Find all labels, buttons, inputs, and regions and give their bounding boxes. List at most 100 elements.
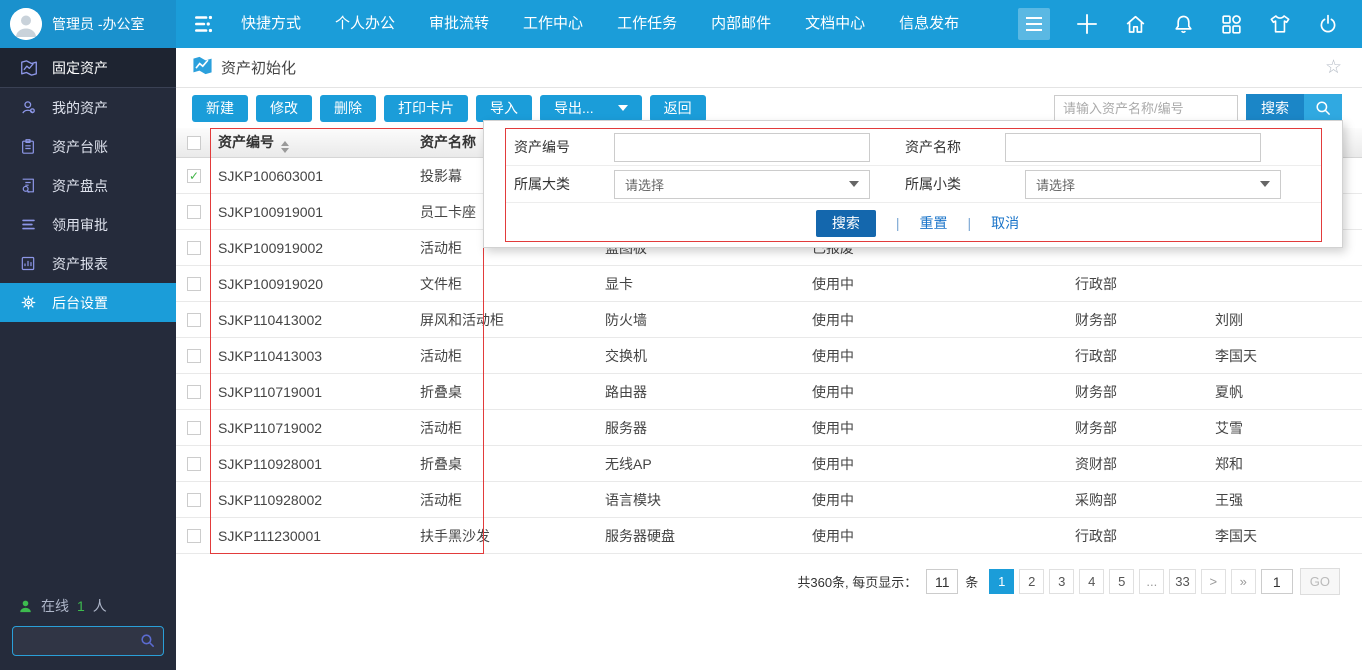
page-button-33[interactable]: 33 — [1169, 569, 1195, 594]
goto-page-input[interactable] — [1261, 569, 1293, 594]
minor-category-label: 所属小类 — [905, 174, 1005, 194]
row-checkbox[interactable] — [187, 529, 201, 543]
table-row[interactable]: SJKP100919020 文件柜 显卡 使用中 行政部 — [176, 266, 1362, 302]
table-row[interactable]: SJKP110928001 折叠桌 无线AP 使用中 资财部 郑和 — [176, 446, 1362, 482]
report-icon — [20, 255, 38, 272]
major-category-select[interactable]: 请选择 — [614, 170, 870, 199]
row-checkbox[interactable] — [187, 349, 201, 363]
search-icon-button[interactable] — [1304, 94, 1342, 123]
area-chart-icon — [20, 60, 38, 76]
online-person-icon — [18, 599, 33, 614]
sidebar-footer: 在线 1 人 — [0, 596, 176, 670]
table-row[interactable]: SJKP110413002 屏风和活动柜 防火墙 使用中 财务部 刘刚 — [176, 302, 1362, 338]
per-page-unit: 条 — [965, 572, 978, 591]
bell-icon[interactable] — [1171, 12, 1196, 37]
table-row[interactable]: SJKP110719001 折叠桌 路由器 使用中 财务部 夏帆 — [176, 374, 1362, 410]
table-row[interactable]: SJKP110413003 活动柜 交换机 使用中 行政部 李国天 — [176, 338, 1362, 374]
minor-category-select[interactable]: 请选择 — [1025, 170, 1281, 199]
apps-grid-icon[interactable] — [1219, 12, 1244, 37]
user-profile[interactable]: 管理员 -办公室 — [0, 0, 176, 48]
panel-search-button[interactable]: 搜索 — [816, 210, 876, 237]
row-checkbox[interactable] — [187, 493, 201, 507]
row-checkbox[interactable] — [187, 205, 201, 219]
nav-item-personal-office[interactable]: 个人办公 — [318, 0, 412, 48]
per-page-input[interactable] — [926, 569, 958, 594]
sidebar-item-backend-settings[interactable]: 后台设置 — [0, 283, 176, 322]
nav-item-document-center[interactable]: 文档中心 — [788, 0, 882, 48]
search-icon[interactable] — [139, 632, 156, 654]
select-all-checkbox[interactable] — [187, 136, 201, 150]
row-checkbox[interactable] — [187, 241, 201, 255]
sidebar-item-my-assets[interactable]: 我的资产 — [0, 88, 176, 127]
document-search-icon — [20, 177, 38, 194]
nav-list-icon[interactable] — [192, 11, 218, 37]
sidebar-item-asset-inventory[interactable]: 资产盘点 — [0, 166, 176, 205]
page-button-4[interactable]: 4 — [1079, 569, 1104, 594]
filter-actions: 搜索 | 重置 | 取消 — [506, 203, 1321, 243]
search-button[interactable]: 搜索 — [1246, 94, 1304, 123]
user-name: 管理员 -办公室 — [52, 14, 145, 34]
back-button[interactable]: 返回 — [650, 95, 706, 122]
sidebar-item-fixed-assets[interactable]: 固定资产 — [0, 48, 176, 88]
row-checkbox-checked[interactable]: ✓ — [187, 169, 201, 183]
column-header-asset-code[interactable]: 资产编号 — [212, 132, 420, 153]
power-icon[interactable] — [1316, 12, 1340, 36]
gear-icon — [20, 294, 38, 311]
nav-item-approval-flow[interactable]: 审批流转 — [412, 0, 506, 48]
sidebar-item-requisition-approval[interactable]: 领用审批 — [0, 205, 176, 244]
new-button[interactable]: 新建 — [192, 95, 248, 122]
page-button-2[interactable]: 2 — [1019, 569, 1044, 594]
import-button[interactable]: 导入 — [476, 95, 532, 122]
page-button-3[interactable]: 3 — [1049, 569, 1074, 594]
reset-link[interactable]: 重置 — [920, 213, 948, 233]
online-label: 在线 — [41, 596, 69, 616]
table-row[interactable]: SJKP110928002 活动柜 语言模块 使用中 采购部 王强 — [176, 482, 1362, 518]
sidebar-item-asset-reports[interactable]: 资产报表 — [0, 244, 176, 283]
app-window: 管理员 -办公室 快捷方式 个人办公 审批流转 工作中心 工作任务 内部邮件 文… — [0, 0, 1362, 670]
page-title: 资产初始化 — [221, 57, 296, 78]
online-count: 1 — [77, 598, 85, 614]
asset-code-input[interactable] — [614, 133, 870, 162]
page-ellipsis: ... — [1139, 569, 1164, 594]
table-row[interactable]: SJKP110719002 活动柜 服务器 使用中 财务部 艾雪 — [176, 410, 1362, 446]
print-card-button[interactable]: 打印卡片 — [384, 95, 468, 122]
go-button[interactable]: GO — [1300, 568, 1340, 595]
next-page-button[interactable]: > — [1201, 569, 1226, 594]
sidebar-search — [12, 626, 164, 656]
favorite-star-icon[interactable]: ☆ — [1325, 56, 1342, 79]
main-content: 资产初始化 ☆ 新建 修改 删除 打印卡片 导入 导出... 返回 搜索 — [176, 48, 1362, 670]
nav-item-info-publish[interactable]: 信息发布 — [882, 0, 976, 48]
nav-item-internal-mail[interactable]: 内部邮件 — [694, 0, 788, 48]
sidebar-item-label: 后台设置 — [52, 293, 108, 313]
pagination-total: 共360条, 每页显示： — [797, 572, 917, 591]
sidebar-item-label: 领用审批 — [52, 215, 108, 235]
last-page-button[interactable]: » — [1231, 569, 1256, 594]
row-checkbox[interactable] — [187, 457, 201, 471]
sort-icon[interactable] — [281, 141, 289, 153]
hamburger-menu-icon[interactable] — [1018, 8, 1050, 40]
asset-search-input[interactable] — [1054, 95, 1238, 122]
table-row[interactable]: SJKP111230001 扶手黑沙发 服务器硬盘 使用中 行政部 李国天 — [176, 518, 1362, 554]
home-icon[interactable] — [1123, 12, 1148, 37]
asset-name-label: 资产名称 — [905, 137, 1005, 157]
row-checkbox[interactable] — [187, 421, 201, 435]
export-dropdown-button[interactable]: 导出... — [540, 95, 642, 122]
row-checkbox[interactable] — [187, 385, 201, 399]
row-checkbox[interactable] — [187, 277, 201, 291]
page-header: 资产初始化 ☆ — [176, 48, 1362, 88]
page-button-1[interactable]: 1 — [989, 569, 1014, 594]
edit-button[interactable]: 修改 — [256, 95, 312, 122]
sidebar-item-asset-ledger[interactable]: 资产台账 — [0, 127, 176, 166]
cancel-link[interactable]: 取消 — [991, 213, 1019, 233]
sidebar-item-label: 资产盘点 — [52, 176, 108, 196]
chevron-down-icon — [849, 181, 859, 187]
row-checkbox[interactable] — [187, 313, 201, 327]
plus-icon[interactable] — [1074, 11, 1100, 37]
shirt-icon[interactable] — [1267, 11, 1293, 37]
page-button-5[interactable]: 5 — [1109, 569, 1134, 594]
delete-button[interactable]: 删除 — [320, 95, 376, 122]
nav-item-shortcuts[interactable]: 快捷方式 — [224, 0, 318, 48]
nav-item-work-center[interactable]: 工作中心 — [506, 0, 600, 48]
asset-name-input[interactable] — [1005, 133, 1261, 162]
nav-item-work-tasks[interactable]: 工作任务 — [600, 0, 694, 48]
